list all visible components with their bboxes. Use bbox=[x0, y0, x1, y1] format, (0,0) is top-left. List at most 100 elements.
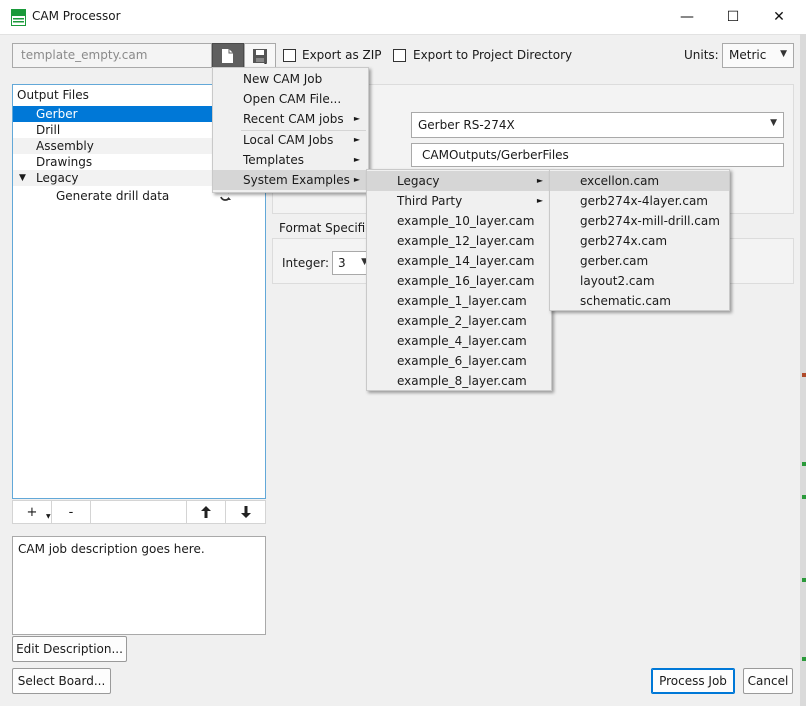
tree-item-label: Gerber bbox=[36, 107, 78, 121]
arrow-up-icon bbox=[201, 506, 211, 518]
menu-item-label: Local CAM Jobs bbox=[243, 133, 334, 147]
menu-item-label: Open CAM File... bbox=[243, 92, 342, 106]
export-project-checkbox[interactable] bbox=[393, 49, 406, 62]
menu-item-layout2-cam[interactable]: layout2.cam bbox=[550, 271, 729, 291]
close-button[interactable]: ✕ bbox=[756, 0, 802, 34]
tree-item-label: Assembly bbox=[36, 139, 94, 153]
menu-item-label: example_4_layer.cam bbox=[397, 334, 527, 348]
menu-item-system-examples[interactable]: System Examples ► bbox=[213, 170, 368, 190]
menu-item-label: gerb274x-mill-drill.cam bbox=[580, 214, 720, 228]
menu-item-gerb274x-4layer-cam[interactable]: gerb274x-4layer.cam bbox=[550, 191, 729, 211]
menu-item-example-8-layer[interactable]: example_8_layer.cam bbox=[367, 371, 551, 391]
submenu-arrow-icon: ► bbox=[353, 175, 360, 184]
open-job-button[interactable] bbox=[212, 43, 244, 68]
legacy-menu: excellon.cam gerb274x-4layer.cam gerb274… bbox=[549, 169, 730, 311]
output-path-field[interactable]: CAMOutputs/GerberFiles bbox=[411, 143, 784, 167]
menu-item-open-cam-file[interactable]: Open CAM File... bbox=[213, 89, 368, 109]
menu-item-example-4-layer[interactable]: example_4_layer.cam bbox=[367, 331, 551, 351]
export-project-label: Export to Project Directory bbox=[413, 48, 573, 62]
menu-item-schematic-cam[interactable]: schematic.cam bbox=[550, 291, 729, 311]
edge-marker bbox=[802, 462, 806, 466]
edge-marker bbox=[802, 373, 806, 377]
menu-item-example-10-layer[interactable]: example_10_layer.cam bbox=[367, 211, 551, 231]
output-format-select[interactable]: Gerber RS-274X ▼ bbox=[411, 112, 784, 138]
menu-item-label: excellon.cam bbox=[580, 174, 660, 188]
menu-item-label: Legacy bbox=[397, 174, 440, 188]
menu-item-templates[interactable]: Templates ► bbox=[213, 150, 368, 170]
menu-item-example-6-layer[interactable]: example_6_layer.cam bbox=[367, 351, 551, 371]
menu-item-example-2-layer[interactable]: example_2_layer.cam bbox=[367, 311, 551, 331]
menu-item-label: example_10_layer.cam bbox=[397, 214, 535, 228]
window-edge bbox=[800, 34, 806, 706]
format-specifier-title: Format Specifier bbox=[278, 221, 379, 235]
app-icon bbox=[11, 9, 26, 26]
add-icon: + bbox=[26, 504, 38, 520]
edit-description-button[interactable]: Edit Description... bbox=[12, 636, 127, 662]
job-name-field[interactable]: template_empty.cam bbox=[12, 43, 212, 68]
menu-item-label: System Examples bbox=[243, 173, 350, 187]
select-board-button[interactable]: Select Board... bbox=[12, 668, 111, 694]
units-value: Metric bbox=[729, 48, 767, 62]
dropdown-arrow-icon: ▼ bbox=[46, 513, 51, 520]
open-file-icon bbox=[222, 48, 233, 63]
menu-item-local-cam-jobs[interactable]: Local CAM Jobs ► bbox=[213, 130, 368, 150]
cancel-button[interactable]: Cancel bbox=[743, 668, 793, 694]
menu-item-gerb274x-mill-drill-cam[interactable]: gerb274x-mill-drill.cam bbox=[550, 211, 729, 231]
menu-item-label: example_2_layer.cam bbox=[397, 314, 527, 328]
edge-marker bbox=[802, 657, 806, 661]
integer-value: 3 bbox=[338, 256, 346, 270]
menu-item-label: example_12_layer.cam bbox=[397, 234, 535, 248]
output-format-value: Gerber RS-274X bbox=[418, 118, 515, 132]
units-select[interactable]: Metric ▼ bbox=[722, 43, 794, 68]
chevron-down-icon: ▼ bbox=[780, 49, 787, 59]
process-job-button[interactable]: Process Job bbox=[651, 668, 735, 694]
menu-item-recent-cam-jobs[interactable]: Recent CAM jobs ► bbox=[213, 109, 368, 129]
menu-item-example-1-layer[interactable]: example_1_layer.cam bbox=[367, 291, 551, 311]
edge-marker bbox=[802, 578, 806, 582]
add-output-button[interactable]: + ▼ bbox=[13, 500, 52, 524]
menu-item-label: New CAM Job bbox=[243, 72, 323, 86]
menu-item-label: schematic.cam bbox=[580, 294, 671, 308]
menu-item-label: example_8_layer.cam bbox=[397, 374, 527, 388]
move-down-button[interactable] bbox=[226, 500, 265, 524]
menu-item-gerb274x-cam[interactable]: gerb274x.cam bbox=[550, 231, 729, 251]
tree-item-label: Generate drill data bbox=[56, 189, 170, 203]
menu-item-example-14-layer[interactable]: example_14_layer.cam bbox=[367, 251, 551, 271]
remove-icon: - bbox=[68, 504, 74, 520]
tree-item-label: Legacy bbox=[36, 171, 79, 185]
close-icon: ✕ bbox=[773, 9, 785, 25]
export-zip-checkbox[interactable] bbox=[283, 49, 296, 62]
minimize-button[interactable]: — bbox=[664, 0, 710, 34]
menu-item-legacy[interactable]: Legacy ► bbox=[367, 171, 551, 191]
menu-item-example-16-layer[interactable]: example_16_layer.cam bbox=[367, 271, 551, 291]
tree-item-label: Drill bbox=[36, 123, 61, 137]
file-menu: New CAM Job Open CAM File... Recent CAM … bbox=[212, 67, 369, 193]
submenu-arrow-icon: ► bbox=[353, 135, 360, 144]
maximize-button[interactable]: ☐ bbox=[710, 0, 756, 34]
edge-marker bbox=[802, 495, 806, 499]
expand-arrow-icon[interactable]: ▼ bbox=[19, 170, 26, 186]
menu-item-label: gerb274x-4layer.cam bbox=[580, 194, 708, 208]
menu-item-label: example_1_layer.cam bbox=[397, 294, 527, 308]
job-description-box[interactable]: CAM job description goes here. bbox=[12, 536, 266, 635]
menu-item-label: gerb274x.cam bbox=[580, 234, 668, 248]
submenu-arrow-icon: ► bbox=[353, 155, 360, 164]
menu-item-label: Recent CAM jobs bbox=[243, 112, 344, 126]
menu-item-label: example_16_layer.cam bbox=[397, 274, 535, 288]
units-label: Units: bbox=[684, 48, 719, 62]
menu-item-excellon-cam[interactable]: excellon.cam bbox=[550, 171, 729, 191]
menu-item-label: Templates bbox=[243, 153, 305, 167]
chevron-down-icon: ▼ bbox=[770, 118, 777, 128]
integer-label: Integer: bbox=[282, 256, 329, 270]
save-icon bbox=[253, 48, 267, 64]
move-up-button[interactable] bbox=[186, 500, 226, 524]
menu-item-new-cam-job[interactable]: New CAM Job bbox=[213, 69, 368, 89]
menu-item-label: example_14_layer.cam bbox=[397, 254, 535, 268]
tree-item-label: Drawings bbox=[36, 155, 93, 169]
save-job-button[interactable] bbox=[244, 43, 276, 68]
menu-item-gerber-cam[interactable]: gerber.cam bbox=[550, 251, 729, 271]
menu-item-third-party[interactable]: Third Party ► bbox=[367, 191, 551, 211]
submenu-arrow-icon: ► bbox=[353, 114, 360, 123]
menu-item-example-12-layer[interactable]: example_12_layer.cam bbox=[367, 231, 551, 251]
remove-output-button[interactable]: - bbox=[52, 500, 91, 524]
